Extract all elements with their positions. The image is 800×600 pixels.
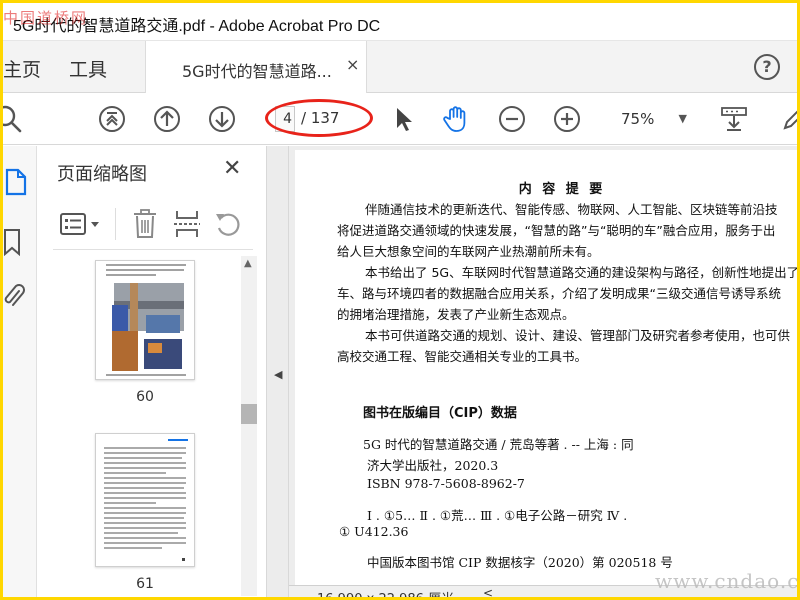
toolbar: 4 / 137 75% ▼ — [3, 93, 797, 145]
attachment-icon[interactable] — [3, 282, 25, 310]
trash-icon[interactable] — [131, 208, 159, 240]
paragraph-line: 高校交通工程、智能交通相关专业的工具书。 — [337, 349, 588, 364]
thumbnails-panel-title: 页面缩略图 — [57, 164, 147, 185]
thumbnail-60-content — [106, 264, 186, 376]
paragraph-line: 给人巨大想象空间的车联网产业热潮前所未有。 — [337, 244, 600, 259]
bookmark-icon[interactable] — [3, 228, 23, 256]
scrollbar-thumb[interactable] — [241, 404, 257, 424]
tab-tools[interactable]: 工具 — [69, 55, 107, 82]
cip-line: ① U412.36 — [339, 524, 409, 539]
toolbar-divider — [115, 208, 116, 240]
zoom-in-icon[interactable] — [552, 104, 582, 134]
thumbnails-toolbar — [53, 200, 253, 250]
status-bar: 16.990 x 22.986 厘米 < — [289, 585, 797, 597]
paragraph-line: 本书给出了 5G、车联网时代智慧道路交通的建设架构与路径，创新性地提出了 — [365, 265, 797, 280]
thumbnails-panel: 页面缩略图 ✕ 60 61 ▲ — [37, 146, 267, 597]
thumbnail-page-61[interactable] — [95, 433, 195, 567]
prev-page-icon[interactable] — [152, 104, 182, 134]
thumbnail-page-60[interactable] — [95, 260, 195, 380]
page-size: 16.990 x 22.986 厘米 — [317, 588, 454, 597]
paragraph-line: 将促进道路交通领域的快速发展，“智慧的路”与“聪明的车”融合应用，服务于出 — [337, 223, 776, 238]
window-title: 5G时代的智慧道路交通.pdf - Adobe Acrobat Pro DC — [13, 18, 381, 35]
thumbnails-scrollbar[interactable]: ▲ — [241, 256, 257, 596]
scroll-mode-icon[interactable] — [719, 104, 749, 134]
scroll-left-icon[interactable]: < — [483, 586, 493, 597]
first-page-icon[interactable] — [97, 104, 127, 134]
zoom-out-icon[interactable] — [497, 104, 527, 134]
scroll-up-icon[interactable]: ▲ — [244, 258, 252, 269]
insert-page-icon[interactable] — [173, 208, 201, 240]
help-icon[interactable]: ? — [754, 54, 780, 80]
thumbnail-label-61: 61 — [136, 576, 154, 592]
acrobat-window: 5G时代的智慧道路交通.pdf - Adobe Acrobat Pro DC 中… — [3, 3, 797, 597]
collapse-arrow-icon[interactable]: ◀ — [274, 368, 282, 381]
thumbnail-label-60: 60 — [136, 389, 154, 405]
tab-bar: 主页 工具 5G时代的智慧道路... × ? — [3, 41, 797, 93]
zoom-select[interactable]: 75% ▼ — [607, 106, 693, 132]
tab-close-icon[interactable]: × — [346, 55, 359, 74]
pdf-page: 内 容 提 要 伴随通信技术的更新迭代、智能传感、物联网、人工智能、区块链等前沿… — [295, 150, 797, 590]
title-bar: 5G时代的智慧道路交通.pdf - Adobe Acrobat Pro DC 中… — [3, 3, 797, 41]
close-panel-icon[interactable]: ✕ — [223, 156, 241, 181]
pen-icon[interactable] — [779, 104, 797, 134]
page-thumbnails-icon[interactable] — [5, 168, 27, 196]
left-rail — [3, 146, 37, 597]
cip-line: 济大学出版社，2020.3 — [367, 458, 499, 473]
paragraph-line: 伴随通信技术的更新迭代、智能传感、物联网、人工智能、区块链等前沿技 — [365, 202, 778, 217]
tab-document[interactable]: 5G时代的智慧道路... × — [145, 41, 367, 93]
select-arrow-icon[interactable] — [388, 104, 418, 134]
cip-line: 5G 时代的智慧道路交通 / 荒岛等著 . -- 上海 : 同 — [363, 437, 634, 452]
document-area[interactable]: 内 容 提 要 伴随通信技术的更新迭代、智能传感、物联网、人工智能、区块链等前沿… — [289, 146, 797, 597]
panel-collapse-handle[interactable]: ◀ — [267, 146, 289, 597]
paragraph-line: 本书可供道路交通的规划、设计、建设、管理部门及研究者参考使用，也可供 — [365, 328, 791, 343]
zoom-dropdown-icon[interactable]: ▼ — [679, 106, 687, 132]
cip-line: 中国版本图书馆 CIP 数据核字（2020）第 020518 号 — [367, 555, 673, 570]
cip-line: ISBN 978-7-5608-8962-7 — [367, 476, 525, 491]
page-number-input[interactable]: 4 — [275, 106, 295, 132]
paragraph-line: 车、路与环境四者的数据融合应用关系，介绍了发明成果“三级交通信号诱导系统 — [337, 286, 781, 301]
zoom-value: 75% — [621, 110, 655, 128]
paragraph-line: 的拥堵治理措施，发表了产业新生态观点。 — [337, 307, 575, 322]
rotate-icon[interactable] — [213, 208, 243, 240]
search-icon[interactable] — [3, 104, 23, 134]
options-menu-icon[interactable] — [59, 212, 103, 238]
cip-line: Ⅰ . ①5… Ⅱ . ①荒… Ⅲ . ①电子公路－研究 Ⅳ . — [367, 508, 628, 523]
page-total: / 137 — [301, 109, 340, 127]
hand-icon[interactable] — [441, 104, 471, 134]
cip-title: 图书在版编目（CIP）数据 — [363, 406, 517, 421]
page-heading: 内 容 提 要 — [518, 182, 606, 197]
tab-home[interactable]: 主页 — [3, 55, 41, 82]
tab-document-label: 5G时代的智慧道路... — [182, 62, 332, 81]
next-page-icon[interactable] — [207, 104, 237, 134]
thumbnail-61-content — [104, 439, 188, 561]
